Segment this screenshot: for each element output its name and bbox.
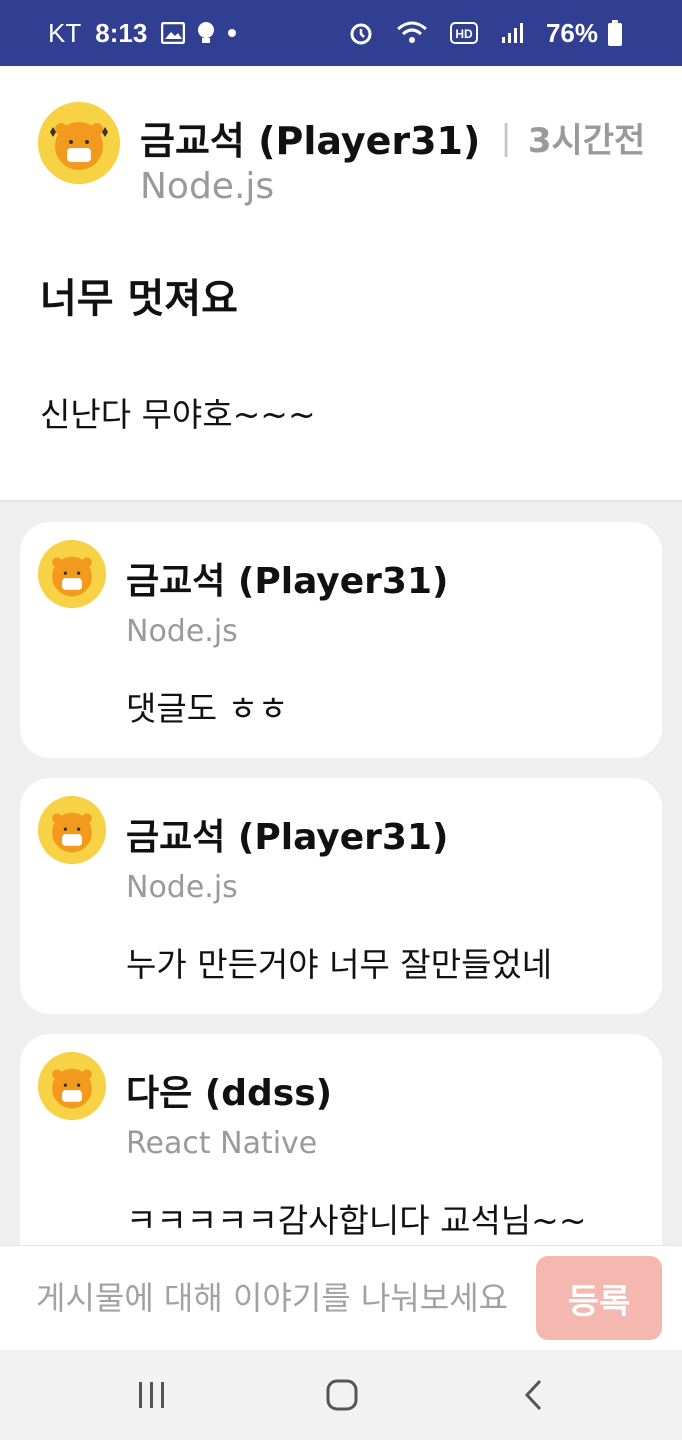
comment-text: 누가 만든거야 너무 잘만들었네	[126, 945, 553, 984]
avatar[interactable]	[38, 540, 106, 608]
comment-track: React Native	[126, 1126, 318, 1161]
ryan-character-icon	[38, 1052, 106, 1120]
svg-text:HD: HD	[455, 27, 473, 41]
battery-icon	[608, 20, 622, 46]
post-track: Node.js	[140, 166, 275, 207]
back-icon	[524, 1379, 542, 1411]
comment-text: ㅋㅋㅋㅋㅋ감사합니다 교석님~~	[126, 1201, 587, 1240]
alarm-icon	[348, 20, 374, 46]
system-nav-bar	[0, 1350, 682, 1440]
recent-apps-icon	[139, 1382, 164, 1408]
comment-card: 금교석 (Player31) Node.js 누가 만든거야 너무 잘만들었네	[20, 778, 662, 1014]
avatar[interactable]	[38, 102, 120, 184]
submit-button[interactable]: 등록	[536, 1256, 662, 1340]
signal-icon	[500, 21, 524, 45]
image-icon	[161, 22, 186, 44]
recent-apps-button[interactable]	[122, 1370, 182, 1420]
back-button[interactable]	[504, 1370, 564, 1420]
avatar[interactable]	[38, 1052, 106, 1120]
ryan-character-icon	[38, 102, 120, 184]
comment-text: 댓글도 ㅎㅎ	[126, 689, 289, 728]
post-author: 금교석 (Player31)	[140, 119, 481, 163]
dot-icon	[227, 28, 237, 38]
post-time: 3시간전	[527, 121, 646, 161]
comment-card: 다은 (ddss) React Native ㅋㅋㅋㅋㅋ감사합니다 교석님~~	[20, 1034, 662, 1245]
comment-author: 금교석 (Player31)	[126, 817, 449, 858]
comment-author: 다은 (ddss)	[126, 1073, 333, 1114]
comment-author: 금교석 (Player31)	[126, 561, 449, 602]
post-header: 금교석 (Player31) | 3시간전 Node.js 너무 멋져요 신난다…	[0, 66, 682, 501]
home-button[interactable]	[312, 1370, 372, 1420]
comment-track: Node.js	[126, 870, 238, 905]
status-bar: KT 8:13 HD 76%	[0, 0, 682, 66]
home-icon	[326, 1379, 358, 1411]
ryan-character-icon	[38, 540, 106, 608]
ryan-character-icon	[38, 796, 106, 864]
bulb-icon	[197, 21, 215, 45]
battery-level: 76%	[545, 17, 598, 48]
comment-card: 금교석 (Player31) Node.js 댓글도 ㅎㅎ	[20, 522, 662, 758]
separator: |	[500, 117, 512, 158]
clock: 8:13	[95, 17, 148, 48]
wifi-icon	[396, 21, 428, 45]
post-title: 너무 멋져요	[40, 276, 238, 322]
comment-track: Node.js	[126, 614, 238, 649]
comment-list[interactable]: 금교석 (Player31) Node.js 댓글도 ㅎㅎ 금교석 (Playe…	[0, 502, 682, 1245]
comment-input-bar: 등록	[0, 1245, 682, 1350]
post-body: 신난다 무야호~~~	[40, 395, 316, 434]
hd-icon: HD	[449, 22, 478, 44]
comment-input[interactable]	[26, 1266, 526, 1330]
carrier-label: KT	[48, 17, 82, 48]
avatar[interactable]	[38, 796, 106, 864]
